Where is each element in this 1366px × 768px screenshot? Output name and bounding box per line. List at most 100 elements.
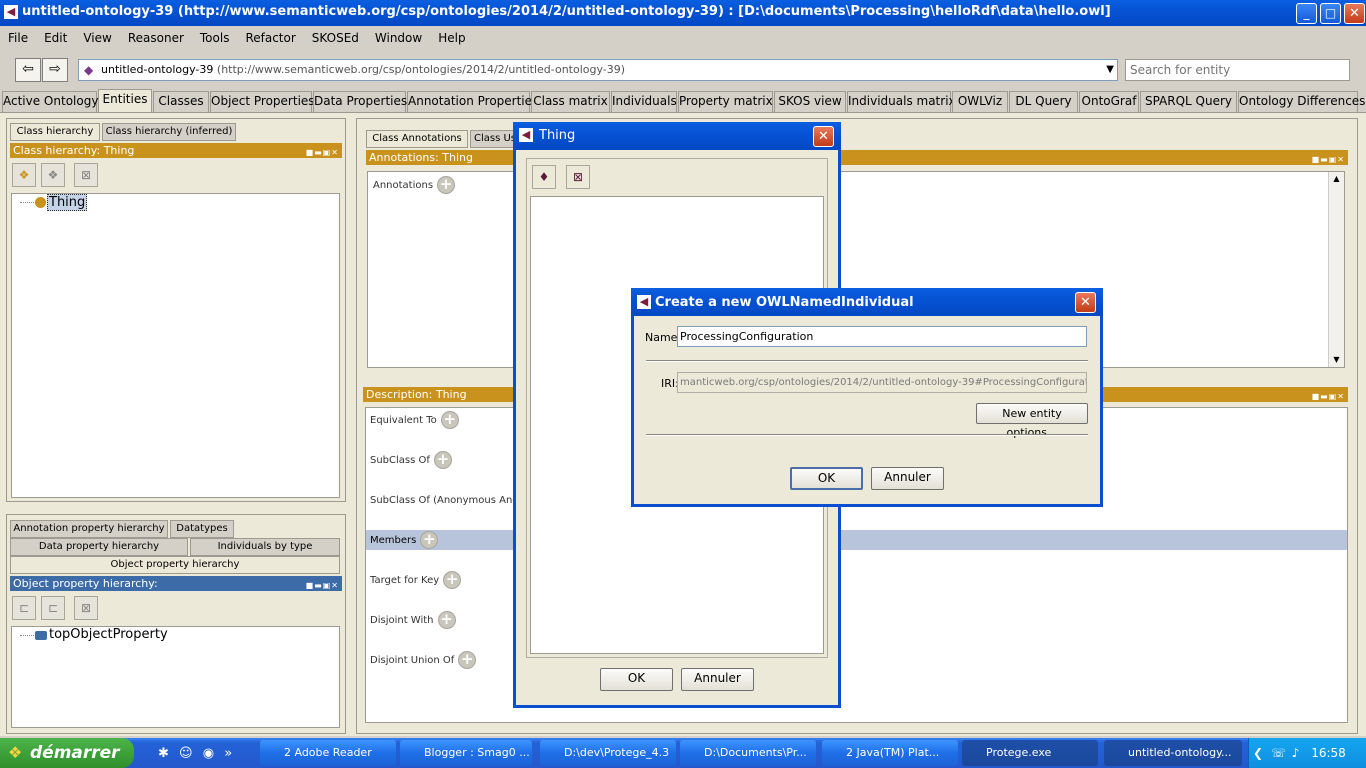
maximize-button[interactable]: □ bbox=[1320, 3, 1341, 24]
forward-button[interactable]: ⇨ bbox=[42, 58, 68, 82]
add-member-icon[interactable]: + bbox=[420, 531, 439, 549]
ontology-selector[interactable]: ◆ untitled-ontology-39 (http://www.seman… bbox=[78, 59, 1118, 81]
add-disjoint-union-icon[interactable]: + bbox=[458, 651, 477, 669]
tab-annotation-property-hierarchy[interactable]: Annotation property hierarchy bbox=[10, 520, 168, 538]
create-cancel-button[interactable]: Annuler bbox=[871, 467, 944, 490]
delete-property-icon[interactable]: ⊠ bbox=[74, 596, 98, 620]
menu-refactor[interactable]: Refactor bbox=[237, 27, 303, 49]
search-input[interactable] bbox=[1125, 59, 1350, 81]
taskbar-item-java[interactable]: 2 Java(TM) Plat... bbox=[822, 740, 958, 766]
name-field[interactable] bbox=[677, 326, 1087, 347]
tab-data-properties[interactable]: Data Properties bbox=[313, 91, 407, 112]
disjoint-union-row: Disjoint Union Of + bbox=[370, 651, 477, 669]
tab-property-matrix[interactable]: Property matrix bbox=[678, 91, 773, 112]
scrollbar[interactable]: ▲ ▼ bbox=[1328, 172, 1344, 367]
chevron-down-icon[interactable]: ▼ bbox=[1106, 60, 1114, 80]
close-button[interactable]: ✕ bbox=[1344, 3, 1365, 24]
tree-line bbox=[20, 635, 34, 636]
tab-object-property-hierarchy[interactable]: Object property hierarchy bbox=[10, 556, 340, 574]
quicklaunch-icon[interactable]: ☺ bbox=[179, 746, 193, 761]
add-sibling-property-icon[interactable]: ⊏ bbox=[41, 596, 65, 620]
add-subclass-of-icon[interactable]: + bbox=[433, 451, 452, 469]
tab-skos-view[interactable]: SKOS view bbox=[774, 91, 846, 112]
tree-item-top-object-property[interactable]: topObjectProperty bbox=[49, 627, 168, 642]
panel-controls-icon[interactable]: ■▬▣✕ bbox=[1312, 389, 1345, 404]
thing-dialog-close-button[interactable]: ✕ bbox=[813, 126, 834, 147]
tab-class-hierarchy[interactable]: Class hierarchy bbox=[10, 123, 100, 141]
menu-reasoner[interactable]: Reasoner bbox=[120, 27, 192, 49]
volume-icon[interactable]: ♪ bbox=[1292, 746, 1300, 760]
back-button[interactable]: ⇦ bbox=[15, 58, 41, 82]
tab-data-property-hierarchy[interactable]: Data property hierarchy bbox=[10, 538, 188, 556]
network-icon[interactable]: ☏ bbox=[1271, 746, 1286, 760]
ontology-icon: ◆ bbox=[84, 63, 94, 77]
taskbar-item-blogger[interactable]: Blogger : Smag0 ... bbox=[400, 740, 532, 766]
description-title-text: Description: Thing bbox=[366, 388, 467, 401]
tab-ontograf[interactable]: OntoGraf bbox=[1079, 91, 1139, 112]
tab-ontology-differences[interactable]: Ontology Differences bbox=[1238, 91, 1365, 112]
tab-class-matrix[interactable]: Class matrix bbox=[531, 91, 610, 112]
panel-controls-icon[interactable]: ■▬▣✕ bbox=[306, 578, 339, 593]
system-tray: ❮ ☏ ♪ 16:58 bbox=[1248, 738, 1366, 768]
class-icon bbox=[35, 197, 46, 208]
add-annotation-icon[interactable]: + bbox=[437, 176, 456, 194]
minimize-button[interactable]: _ bbox=[1296, 3, 1317, 24]
create-dialog-close-button[interactable]: ✕ bbox=[1075, 292, 1096, 313]
tray-expand-icon[interactable]: ❮ bbox=[1253, 746, 1263, 760]
panel-controls-icon[interactable]: ■▬▣✕ bbox=[306, 145, 339, 160]
tab-annotation-properties[interactable]: Annotation Properties bbox=[407, 91, 538, 112]
chevron-right-icon[interactable]: » bbox=[224, 746, 232, 761]
menu-view[interactable]: View bbox=[75, 27, 119, 49]
tab-owlviz[interactable]: OWLViz bbox=[952, 91, 1008, 112]
class-hierarchy-title: Class hierarchy: Thing ■▬▣✕ bbox=[10, 143, 342, 158]
taskbar-item-documents-folder[interactable]: D:\Documents\Pr... bbox=[680, 740, 816, 766]
title-bar: ◀ untitled-ontology-39 (http://www.seman… bbox=[0, 0, 1366, 26]
create-dialog-title: Create a new OWLNamedIndividual bbox=[655, 295, 914, 310]
menu-skosed[interactable]: SKOSEd bbox=[304, 27, 367, 49]
tab-entities[interactable]: Entities bbox=[98, 89, 152, 112]
panel-controls-icon[interactable]: ■▬▣✕ bbox=[1312, 152, 1345, 167]
taskbar-item-dev-folder[interactable]: D:\dev\Protege_4.3 bbox=[540, 740, 676, 766]
taskbar-item-protege[interactable]: Protege.exe bbox=[962, 740, 1098, 766]
tree-item-thing[interactable]: Thing bbox=[47, 194, 88, 211]
menu-edit[interactable]: Edit bbox=[36, 27, 75, 49]
tab-sparql-query[interactable]: SPARQL Query bbox=[1140, 91, 1237, 112]
add-subproperty-icon[interactable]: ⊏ bbox=[12, 596, 36, 620]
add-key-icon[interactable]: + bbox=[443, 571, 462, 589]
create-ok-button[interactable]: OK bbox=[790, 467, 863, 490]
taskbar-item-untitled-ontology[interactable]: untitled-ontology... bbox=[1104, 740, 1242, 766]
chrome-icon[interactable]: ◉ bbox=[203, 746, 214, 761]
quicklaunch-icon[interactable]: ✱ bbox=[158, 746, 169, 761]
tab-object-properties[interactable]: Object Properties bbox=[210, 91, 315, 112]
menu-help[interactable]: Help bbox=[430, 27, 473, 49]
tab-class-hierarchy-inferred[interactable]: Class hierarchy (inferred) bbox=[102, 123, 236, 141]
tab-individuals-by-type[interactable]: Individuals by type bbox=[190, 538, 340, 556]
thing-ok-button[interactable]: OK bbox=[600, 668, 673, 691]
tab-datatypes[interactable]: Datatypes bbox=[170, 520, 234, 538]
menu-window[interactable]: Window bbox=[367, 27, 430, 49]
add-sibling-icon[interactable]: ❖ bbox=[41, 163, 65, 187]
tab-dl-query[interactable]: DL Query bbox=[1009, 91, 1078, 112]
menu-file[interactable]: File bbox=[0, 27, 36, 49]
thing-cancel-button[interactable]: Annuler bbox=[681, 668, 754, 691]
start-label: démarrer bbox=[30, 743, 120, 763]
delete-class-icon[interactable]: ⊠ bbox=[74, 163, 98, 187]
tab-individuals-matrix[interactable]: Individuals matrix bbox=[847, 91, 956, 112]
add-subclass-icon[interactable]: ❖ bbox=[12, 163, 36, 187]
menu-tools[interactable]: Tools bbox=[192, 27, 238, 49]
tab-active-ontology[interactable]: Active Ontology bbox=[2, 91, 98, 112]
window-title: untitled-ontology-39 (http://www.semanti… bbox=[22, 4, 1111, 19]
tab-classes[interactable]: Classes bbox=[153, 91, 209, 112]
start-button[interactable]: ❖ démarrer bbox=[0, 738, 134, 768]
tab-individuals[interactable]: Individuals bbox=[611, 91, 677, 112]
delete-individual-icon[interactable]: ⊠ bbox=[566, 165, 590, 189]
add-individual-icon[interactable]: ♦ bbox=[532, 165, 556, 189]
taskbar-item-adobe[interactable]: 2 Adobe Reader bbox=[260, 740, 396, 766]
object-property-title: Object property hierarchy: ■▬▣✕ bbox=[10, 576, 342, 591]
add-disjoint-icon[interactable]: + bbox=[437, 611, 456, 629]
new-entity-options-button[interactable]: New entity options... bbox=[976, 403, 1088, 439]
app-icon: ◀ bbox=[637, 295, 651, 309]
tab-class-annotations[interactable]: Class Annotations bbox=[366, 130, 468, 148]
create-dialog: ◀ Create a new OWLNamedIndividual ✕ Name… bbox=[631, 288, 1103, 507]
add-equivalent-icon[interactable]: + bbox=[440, 411, 459, 429]
